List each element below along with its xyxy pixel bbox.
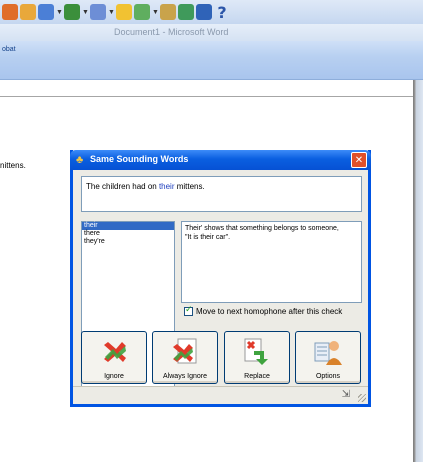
options-icon	[314, 341, 342, 365]
replace-button[interactable]: Replace	[224, 331, 290, 384]
close-button[interactable]: ✕	[351, 152, 367, 168]
search-icon[interactable]	[64, 4, 80, 20]
dropdown-arrow-icon[interactable]: ▼	[56, 9, 63, 16]
always-ignore-label: Always Ignore	[163, 373, 207, 380]
move-next-label: Move to next homophone after this check	[196, 307, 343, 316]
quick-access-toolbar: ▼ ▼ ▼ ▼ ?	[0, 0, 423, 24]
help-icon[interactable]: ?	[214, 3, 230, 22]
explanation-box[interactable]: Their' shows that something belongs to s…	[181, 221, 362, 303]
shortcut-icon[interactable]	[2, 4, 18, 20]
paint-icon[interactable]	[90, 4, 106, 20]
replace-label: Replace	[244, 373, 270, 380]
web-icon[interactable]	[20, 4, 36, 20]
dialog-status-bar: ⇲	[73, 386, 368, 404]
list-item[interactable]: there	[82, 230, 174, 238]
page-edge	[0, 96, 413, 97]
ribbon-tab-acrobat[interactable]: obat	[2, 46, 16, 53]
sentence-homophone: their	[158, 182, 175, 191]
sentence-box[interactable]: The children had on their mittens.	[81, 176, 362, 212]
explanation-line: "It is their car".	[185, 234, 231, 241]
cursor-icon: ⇲	[341, 389, 350, 400]
explanation-line: Their' shows that something belongs to s…	[185, 225, 339, 232]
vertical-scrollbar[interactable]	[413, 80, 423, 462]
options-button[interactable]: Options	[295, 331, 361, 384]
dropdown-arrow-icon[interactable]: ▼	[108, 9, 115, 16]
window-titlebar: Document1 - Microsoft Word	[0, 24, 423, 41]
list-item[interactable]: their	[82, 222, 174, 230]
move-next-option[interactable]: Move to next homophone after this check	[184, 305, 343, 316]
image-icon[interactable]	[134, 4, 150, 20]
always-ignore-icon	[173, 338, 197, 364]
options-label: Options	[315, 373, 341, 380]
app-icon: ♣	[76, 154, 84, 166]
resize-grip-icon[interactable]	[358, 394, 366, 402]
dialog-titlebar[interactable]: ♣ Same Sounding Words ✕	[70, 150, 371, 170]
always-ignore-button[interactable]: Always Ignore	[152, 331, 218, 384]
tools-icon[interactable]	[178, 4, 194, 20]
dropdown-arrow-icon[interactable]: ▼	[82, 9, 89, 16]
same-sounding-words-dialog: ♣ Same Sounding Words ✕ The children had…	[70, 150, 371, 407]
sentence-before: The children had on	[86, 182, 159, 191]
sparkle-icon[interactable]	[116, 4, 132, 20]
move-next-checkbox[interactable]	[184, 305, 193, 316]
ignore-icon	[104, 342, 126, 362]
ribbon: obat	[0, 41, 423, 80]
replace-icon	[244, 338, 268, 365]
lock-icon[interactable]	[160, 4, 176, 20]
window-title: Document1 - Microsoft Word	[114, 27, 229, 37]
dropdown-arrow-icon[interactable]: ▼	[152, 9, 159, 16]
list-item[interactable]: they're	[82, 238, 174, 246]
ignore-label: Ignore	[104, 373, 124, 380]
ignore-button[interactable]: Ignore	[81, 331, 147, 384]
download-icon[interactable]	[38, 4, 54, 20]
dialog-title: Same Sounding Words	[90, 154, 189, 164]
document-text[interactable]: nittens.	[0, 161, 26, 170]
book-icon[interactable]	[196, 4, 212, 20]
sentence-after: mittens.	[174, 182, 205, 191]
